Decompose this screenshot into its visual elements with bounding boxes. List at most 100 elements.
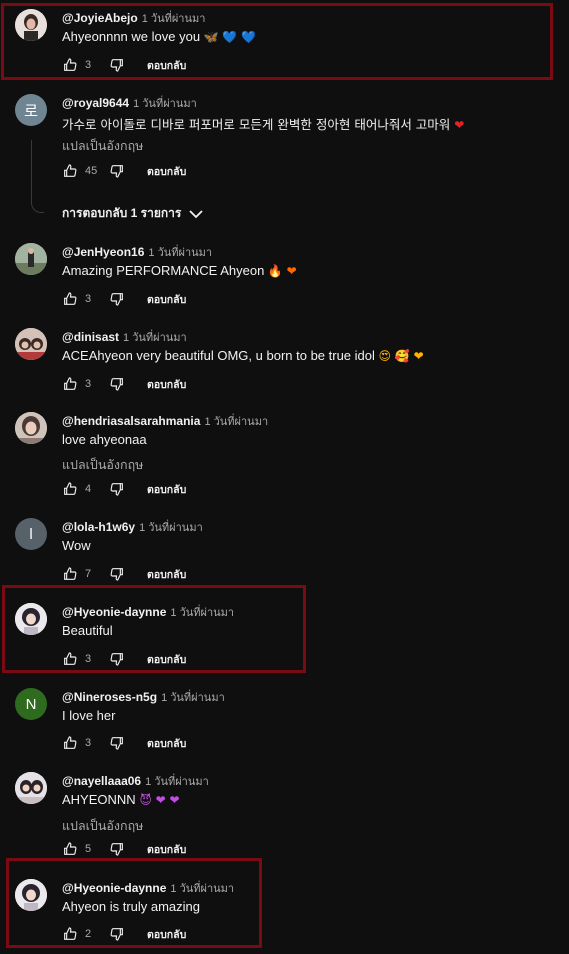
author-line: @nayellaaa06 1 วันที่ผ่านมา bbox=[62, 772, 209, 790]
avatar[interactable]: l bbox=[15, 518, 47, 550]
timestamp[interactable]: 1 วันที่ผ่านมา bbox=[145, 776, 209, 788]
dislike-icon[interactable] bbox=[109, 566, 125, 582]
timestamp[interactable]: 1 วันที่ผ่านมา bbox=[161, 692, 225, 704]
like-count: 45 bbox=[85, 165, 98, 177]
author-line: @Nineroses-n5g 1 วันที่ผ่านมา bbox=[62, 688, 225, 706]
comment-actions: 3 ตอบกลับ bbox=[62, 734, 186, 752]
avatar[interactable]: 로 bbox=[15, 94, 47, 126]
like-icon[interactable] bbox=[62, 481, 78, 497]
comment-text: Ahyeonnnn we love you 🦋 💙 💙 bbox=[62, 29, 257, 44]
comment-text: Amazing PERFORMANCE Ahyeon 🔥 ❤ bbox=[62, 263, 297, 278]
timestamp[interactable]: 1 วันที่ผ่านมา bbox=[148, 247, 212, 259]
dislike-icon[interactable] bbox=[109, 57, 125, 73]
like-count: 3 bbox=[85, 653, 92, 665]
author-name[interactable]: @royal9644 bbox=[62, 96, 129, 110]
like-icon[interactable] bbox=[62, 735, 78, 751]
emoji-text: 😈 ❤ ❤ bbox=[139, 793, 180, 807]
chevron-down-icon bbox=[189, 209, 203, 218]
author-name[interactable]: @dinisast bbox=[62, 330, 119, 344]
comment-actions: 3 ตอบกลับ bbox=[62, 56, 186, 74]
translate-link[interactable]: แปลเป็นอังกฤษ bbox=[62, 455, 143, 475]
author-line: @royal9644 1 วันที่ผ่านมา bbox=[62, 94, 197, 112]
comment-actions: 4 ตอบกลับ bbox=[62, 480, 186, 498]
reply-button[interactable]: ตอบกลับ bbox=[147, 291, 186, 308]
dislike-icon[interactable] bbox=[109, 926, 125, 942]
avatar[interactable] bbox=[15, 243, 47, 275]
dislike-icon[interactable] bbox=[109, 735, 125, 751]
comment-text: Wow bbox=[62, 538, 91, 553]
comment-actions: 3 ตอบกลับ bbox=[62, 290, 186, 308]
reply-button[interactable]: ตอบกลับ bbox=[147, 481, 186, 498]
replies-toggle-label: การตอบกลับ 1 รายการ bbox=[62, 206, 182, 220]
author-name[interactable]: @nayellaaa06 bbox=[62, 774, 141, 788]
author-name[interactable]: @JoyieAbejo bbox=[62, 11, 138, 25]
dislike-icon[interactable] bbox=[109, 163, 125, 179]
author-line: @lola-h1w6y 1 วันที่ผ่านมา bbox=[62, 518, 203, 536]
like-count: 3 bbox=[85, 737, 92, 749]
reply-button[interactable]: ตอบกลับ bbox=[147, 735, 186, 752]
reply-button[interactable]: ตอบกลับ bbox=[147, 57, 186, 74]
comment-text: Ahyeon is truly amazing bbox=[62, 899, 201, 914]
comment-text: ACEAhyeon very beautiful OMG, u born to … bbox=[62, 348, 424, 363]
timestamp[interactable]: 1 วันที่ผ่านมา bbox=[142, 13, 206, 25]
like-icon[interactable] bbox=[62, 841, 78, 857]
reply-button[interactable]: ตอบกลับ bbox=[147, 566, 186, 583]
comment-actions: 7 ตอบกลับ bbox=[62, 565, 186, 583]
emoji-text: 🦋 💙 💙 bbox=[203, 30, 257, 44]
author-name[interactable]: @hendriasalsarahmania bbox=[62, 414, 200, 428]
reply-button[interactable]: ตอบกลับ bbox=[147, 926, 186, 943]
like-count: 5 bbox=[85, 843, 92, 855]
like-icon[interactable] bbox=[62, 163, 78, 179]
reply-button[interactable]: ตอบกลับ bbox=[147, 163, 186, 180]
dislike-icon[interactable] bbox=[109, 651, 125, 667]
reply-button[interactable]: ตอบกลับ bbox=[147, 651, 186, 668]
reply-button[interactable]: ตอบกลับ bbox=[147, 376, 186, 393]
author-line: @JoyieAbejo 1 วันที่ผ่านมา bbox=[62, 9, 205, 27]
avatar[interactable] bbox=[15, 772, 47, 804]
avatar[interactable] bbox=[15, 9, 47, 41]
timestamp[interactable]: 1 วันที่ผ่านมา bbox=[170, 883, 234, 895]
dislike-icon[interactable] bbox=[109, 291, 125, 307]
like-icon[interactable] bbox=[62, 926, 78, 942]
translate-link[interactable]: แปลเป็นอังกฤษ bbox=[62, 136, 143, 156]
timestamp[interactable]: 1 วันที่ผ่านมา bbox=[139, 522, 203, 534]
like-count: 7 bbox=[85, 568, 92, 580]
like-icon[interactable] bbox=[62, 566, 78, 582]
like-icon[interactable] bbox=[62, 651, 78, 667]
comment-actions: 5 ตอบกลับ bbox=[62, 840, 186, 858]
translate-link[interactable]: แปลเป็นอังกฤษ bbox=[62, 816, 143, 836]
author-line: @Hyeonie-daynne 1 วันที่ผ่านมา bbox=[62, 879, 234, 897]
author-line: @hendriasalsarahmania 1 วันที่ผ่านมา bbox=[62, 412, 268, 430]
timestamp[interactable]: 1 วันที่ผ่านมา bbox=[170, 607, 234, 619]
avatar[interactable] bbox=[15, 879, 47, 911]
avatar[interactable] bbox=[15, 603, 47, 635]
author-name[interactable]: @JenHyeon16 bbox=[62, 245, 144, 259]
comment-text: Beautiful bbox=[62, 623, 113, 638]
like-icon[interactable] bbox=[62, 57, 78, 73]
author-line: @dinisast 1 วันที่ผ่านมา bbox=[62, 328, 187, 346]
author-name[interactable]: @Nineroses-n5g bbox=[62, 690, 157, 704]
dislike-icon[interactable] bbox=[109, 841, 125, 857]
like-count: 3 bbox=[85, 378, 92, 390]
dislike-icon[interactable] bbox=[109, 376, 125, 392]
reply-button[interactable]: ตอบกลับ bbox=[147, 841, 186, 858]
avatar[interactable] bbox=[15, 328, 47, 360]
emoji-text: 🔥 ❤ bbox=[267, 264, 297, 278]
like-count: 2 bbox=[85, 928, 92, 940]
author-name[interactable]: @Hyeonie-daynne bbox=[62, 881, 166, 895]
comment-actions: 45 ตอบกลับ bbox=[62, 162, 186, 180]
author-name[interactable]: @Hyeonie-daynne bbox=[62, 605, 166, 619]
emoji-text: 😍 🥰 ❤ bbox=[378, 349, 424, 363]
author-line: @JenHyeon16 1 วันที่ผ่านมา bbox=[62, 243, 212, 261]
like-icon[interactable] bbox=[62, 376, 78, 392]
timestamp[interactable]: 1 วันที่ผ่านมา bbox=[123, 332, 187, 344]
avatar[interactable] bbox=[15, 412, 47, 444]
comment-text: I love her bbox=[62, 708, 116, 723]
like-icon[interactable] bbox=[62, 291, 78, 307]
avatar[interactable]: N bbox=[15, 688, 47, 720]
dislike-icon[interactable] bbox=[109, 481, 125, 497]
timestamp[interactable]: 1 วันที่ผ่านมา bbox=[204, 416, 268, 428]
author-name[interactable]: @lola-h1w6y bbox=[62, 520, 135, 534]
replies-toggle[interactable]: การตอบกลับ 1 รายการ bbox=[62, 204, 203, 223]
timestamp[interactable]: 1 วันที่ผ่านมา bbox=[133, 98, 197, 110]
